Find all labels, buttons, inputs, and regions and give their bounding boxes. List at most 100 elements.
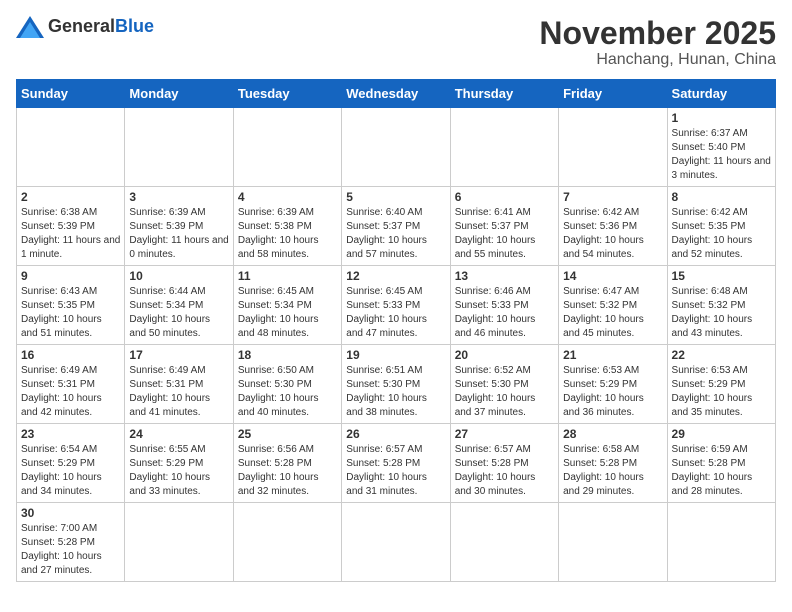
calendar-cell (559, 108, 667, 187)
day-header-sunday: Sunday (17, 80, 125, 108)
day-info: Sunrise: 6:53 AM Sunset: 5:29 PM Dayligh… (563, 364, 662, 420)
day-header-wednesday: Wednesday (342, 80, 450, 108)
day-info: Sunrise: 6:45 AM Sunset: 5:33 PM Dayligh… (346, 285, 445, 341)
day-number: 4 (238, 190, 337, 204)
day-number: 22 (672, 348, 771, 362)
calendar-cell: 11 Sunrise: 6:45 AM Sunset: 5:34 PM Dayli… (233, 266, 341, 345)
calendar-cell: 22Sunrise: 6:53 AM Sunset: 5:29 PM Dayli… (667, 345, 775, 424)
calendar-cell: 30Sunrise: 7:00 AM Sunset: 5:28 PM Dayli… (17, 503, 125, 582)
day-number: 15 (672, 269, 771, 283)
calendar-cell (17, 108, 125, 187)
day-number: 17 (129, 348, 228, 362)
day-number: 29 (672, 427, 771, 441)
calendar-cell: 24Sunrise: 6:55 AM Sunset: 5:29 PM Dayli… (125, 424, 233, 503)
day-info: Sunrise: 6:46 AM Sunset: 5:33 PM Dayligh… (455, 285, 554, 341)
location-title: Hanchang, Hunan, China (539, 51, 776, 69)
calendar-cell (342, 503, 450, 582)
day-number: 19 (346, 348, 445, 362)
logo: GeneralBlue (16, 16, 154, 38)
header: GeneralBlue November 2025 Hanchang, Huna… (16, 16, 776, 69)
day-info: Sunrise: 6:45 AM Sunset: 5:34 PM Dayligh… (238, 285, 337, 341)
week-row-3: 9 Sunrise: 6:43 AM Sunset: 5:35 PM Daylig… (17, 266, 776, 345)
day-info: Sunrise: 6:40 AM Sunset: 5:37 PM Dayligh… (346, 206, 445, 262)
calendar-cell (667, 503, 775, 582)
day-number: 6 (455, 190, 554, 204)
day-number: 16 (21, 348, 120, 362)
day-number: 14 (563, 269, 662, 283)
month-title: November 2025 (539, 16, 776, 51)
day-info: Sunrise: 6:57 AM Sunset: 5:28 PM Dayligh… (455, 443, 554, 499)
day-number: 3 (129, 190, 228, 204)
day-info: Sunrise: 6:39 AM Sunset: 5:39 PM Dayligh… (129, 206, 228, 262)
day-number: 1 (672, 111, 771, 125)
week-row-1: 1Sunrise: 6:37 AM Sunset: 5:40 PM Daylig… (17, 108, 776, 187)
calendar-cell: 25 Sunrise: 6:56 AM Sunset: 5:28 PM Dayli… (233, 424, 341, 503)
day-info: Sunrise: 7:00 AM Sunset: 5:28 PM Dayligh… (21, 522, 120, 578)
calendar-cell (342, 108, 450, 187)
day-info: Sunrise: 6:43 AM Sunset: 5:35 PM Dayligh… (21, 285, 120, 341)
day-header-friday: Friday (559, 80, 667, 108)
day-header-saturday: Saturday (667, 80, 775, 108)
day-header-thursday: Thursday (450, 80, 558, 108)
day-info: Sunrise: 6:44 AM Sunset: 5:34 PM Dayligh… (129, 285, 228, 341)
day-info: Sunrise: 6:47 AM Sunset: 5:32 PM Dayligh… (563, 285, 662, 341)
calendar-cell: 28Sunrise: 6:58 AM Sunset: 5:28 PM Dayli… (559, 424, 667, 503)
calendar-cell: 9 Sunrise: 6:43 AM Sunset: 5:35 PM Daylig… (17, 266, 125, 345)
day-number: 26 (346, 427, 445, 441)
calendar-cell: 17Sunrise: 6:49 AM Sunset: 5:31 PM Dayli… (125, 345, 233, 424)
calendar-cell: 29 Sunrise: 6:59 AM Sunset: 5:28 PM Dayli… (667, 424, 775, 503)
day-info: Sunrise: 6:38 AM Sunset: 5:39 PM Dayligh… (21, 206, 120, 262)
title-area: November 2025 Hanchang, Hunan, China (539, 16, 776, 69)
day-number: 27 (455, 427, 554, 441)
day-info: Sunrise: 6:55 AM Sunset: 5:29 PM Dayligh… (129, 443, 228, 499)
day-number: 13 (455, 269, 554, 283)
day-number: 18 (238, 348, 337, 362)
week-row-6: 30Sunrise: 7:00 AM Sunset: 5:28 PM Dayli… (17, 503, 776, 582)
day-info: Sunrise: 6:41 AM Sunset: 5:37 PM Dayligh… (455, 206, 554, 262)
calendar-cell: 12Sunrise: 6:45 AM Sunset: 5:33 PM Dayli… (342, 266, 450, 345)
calendar-cell: 6 Sunrise: 6:41 AM Sunset: 5:37 PM Daylig… (450, 187, 558, 266)
day-number: 10 (129, 269, 228, 283)
calendar-cell (450, 503, 558, 582)
day-header-monday: Monday (125, 80, 233, 108)
calendar-cell: 20Sunrise: 6:52 AM Sunset: 5:30 PM Dayli… (450, 345, 558, 424)
calendar-cell: 1Sunrise: 6:37 AM Sunset: 5:40 PM Daylig… (667, 108, 775, 187)
calendar-cell: 10 Sunrise: 6:44 AM Sunset: 5:34 PM Dayli… (125, 266, 233, 345)
day-number: 7 (563, 190, 662, 204)
day-number: 28 (563, 427, 662, 441)
day-info: Sunrise: 6:51 AM Sunset: 5:30 PM Dayligh… (346, 364, 445, 420)
calendar-cell: 2Sunrise: 6:38 AM Sunset: 5:39 PM Daylig… (17, 187, 125, 266)
day-header-tuesday: Tuesday (233, 80, 341, 108)
calendar-cell: 3 Sunrise: 6:39 AM Sunset: 5:39 PM Daylig… (125, 187, 233, 266)
day-number: 5 (346, 190, 445, 204)
calendar-cell: 15Sunrise: 6:48 AM Sunset: 5:32 PM Dayli… (667, 266, 775, 345)
calendar-cell: 18 Sunrise: 6:50 AM Sunset: 5:30 PM Dayli… (233, 345, 341, 424)
week-row-5: 23Sunrise: 6:54 AM Sunset: 5:29 PM Dayli… (17, 424, 776, 503)
logo-blue: Blue (115, 16, 154, 36)
day-number: 9 (21, 269, 120, 283)
calendar: SundayMondayTuesdayWednesdayThursdayFrid… (16, 79, 776, 582)
calendar-cell: 8 Sunrise: 6:42 AM Sunset: 5:35 PM Daylig… (667, 187, 775, 266)
calendar-cell: 26 Sunrise: 6:57 AM Sunset: 5:28 PM Dayli… (342, 424, 450, 503)
day-info: Sunrise: 6:52 AM Sunset: 5:30 PM Dayligh… (455, 364, 554, 420)
day-info: Sunrise: 6:42 AM Sunset: 5:36 PM Dayligh… (563, 206, 662, 262)
day-number: 11 (238, 269, 337, 283)
day-number: 8 (672, 190, 771, 204)
day-info: Sunrise: 6:50 AM Sunset: 5:30 PM Dayligh… (238, 364, 337, 420)
day-number: 25 (238, 427, 337, 441)
calendar-cell: 27 Sunrise: 6:57 AM Sunset: 5:28 PM Dayli… (450, 424, 558, 503)
day-info: Sunrise: 6:42 AM Sunset: 5:35 PM Dayligh… (672, 206, 771, 262)
logo-text: GeneralBlue (48, 17, 154, 37)
calendar-cell (233, 108, 341, 187)
calendar-cell (125, 108, 233, 187)
day-info: Sunrise: 6:59 AM Sunset: 5:28 PM Dayligh… (672, 443, 771, 499)
day-info: Sunrise: 6:56 AM Sunset: 5:28 PM Dayligh… (238, 443, 337, 499)
calendar-cell: 19 Sunrise: 6:51 AM Sunset: 5:30 PM Dayli… (342, 345, 450, 424)
calendar-cell: 21Sunrise: 6:53 AM Sunset: 5:29 PM Dayli… (559, 345, 667, 424)
calendar-cell (559, 503, 667, 582)
calendar-cell (233, 503, 341, 582)
day-headers-row: SundayMondayTuesdayWednesdayThursdayFrid… (17, 80, 776, 108)
day-info: Sunrise: 6:57 AM Sunset: 5:28 PM Dayligh… (346, 443, 445, 499)
calendar-cell: 4Sunrise: 6:39 AM Sunset: 5:38 PM Daylig… (233, 187, 341, 266)
day-number: 23 (21, 427, 120, 441)
